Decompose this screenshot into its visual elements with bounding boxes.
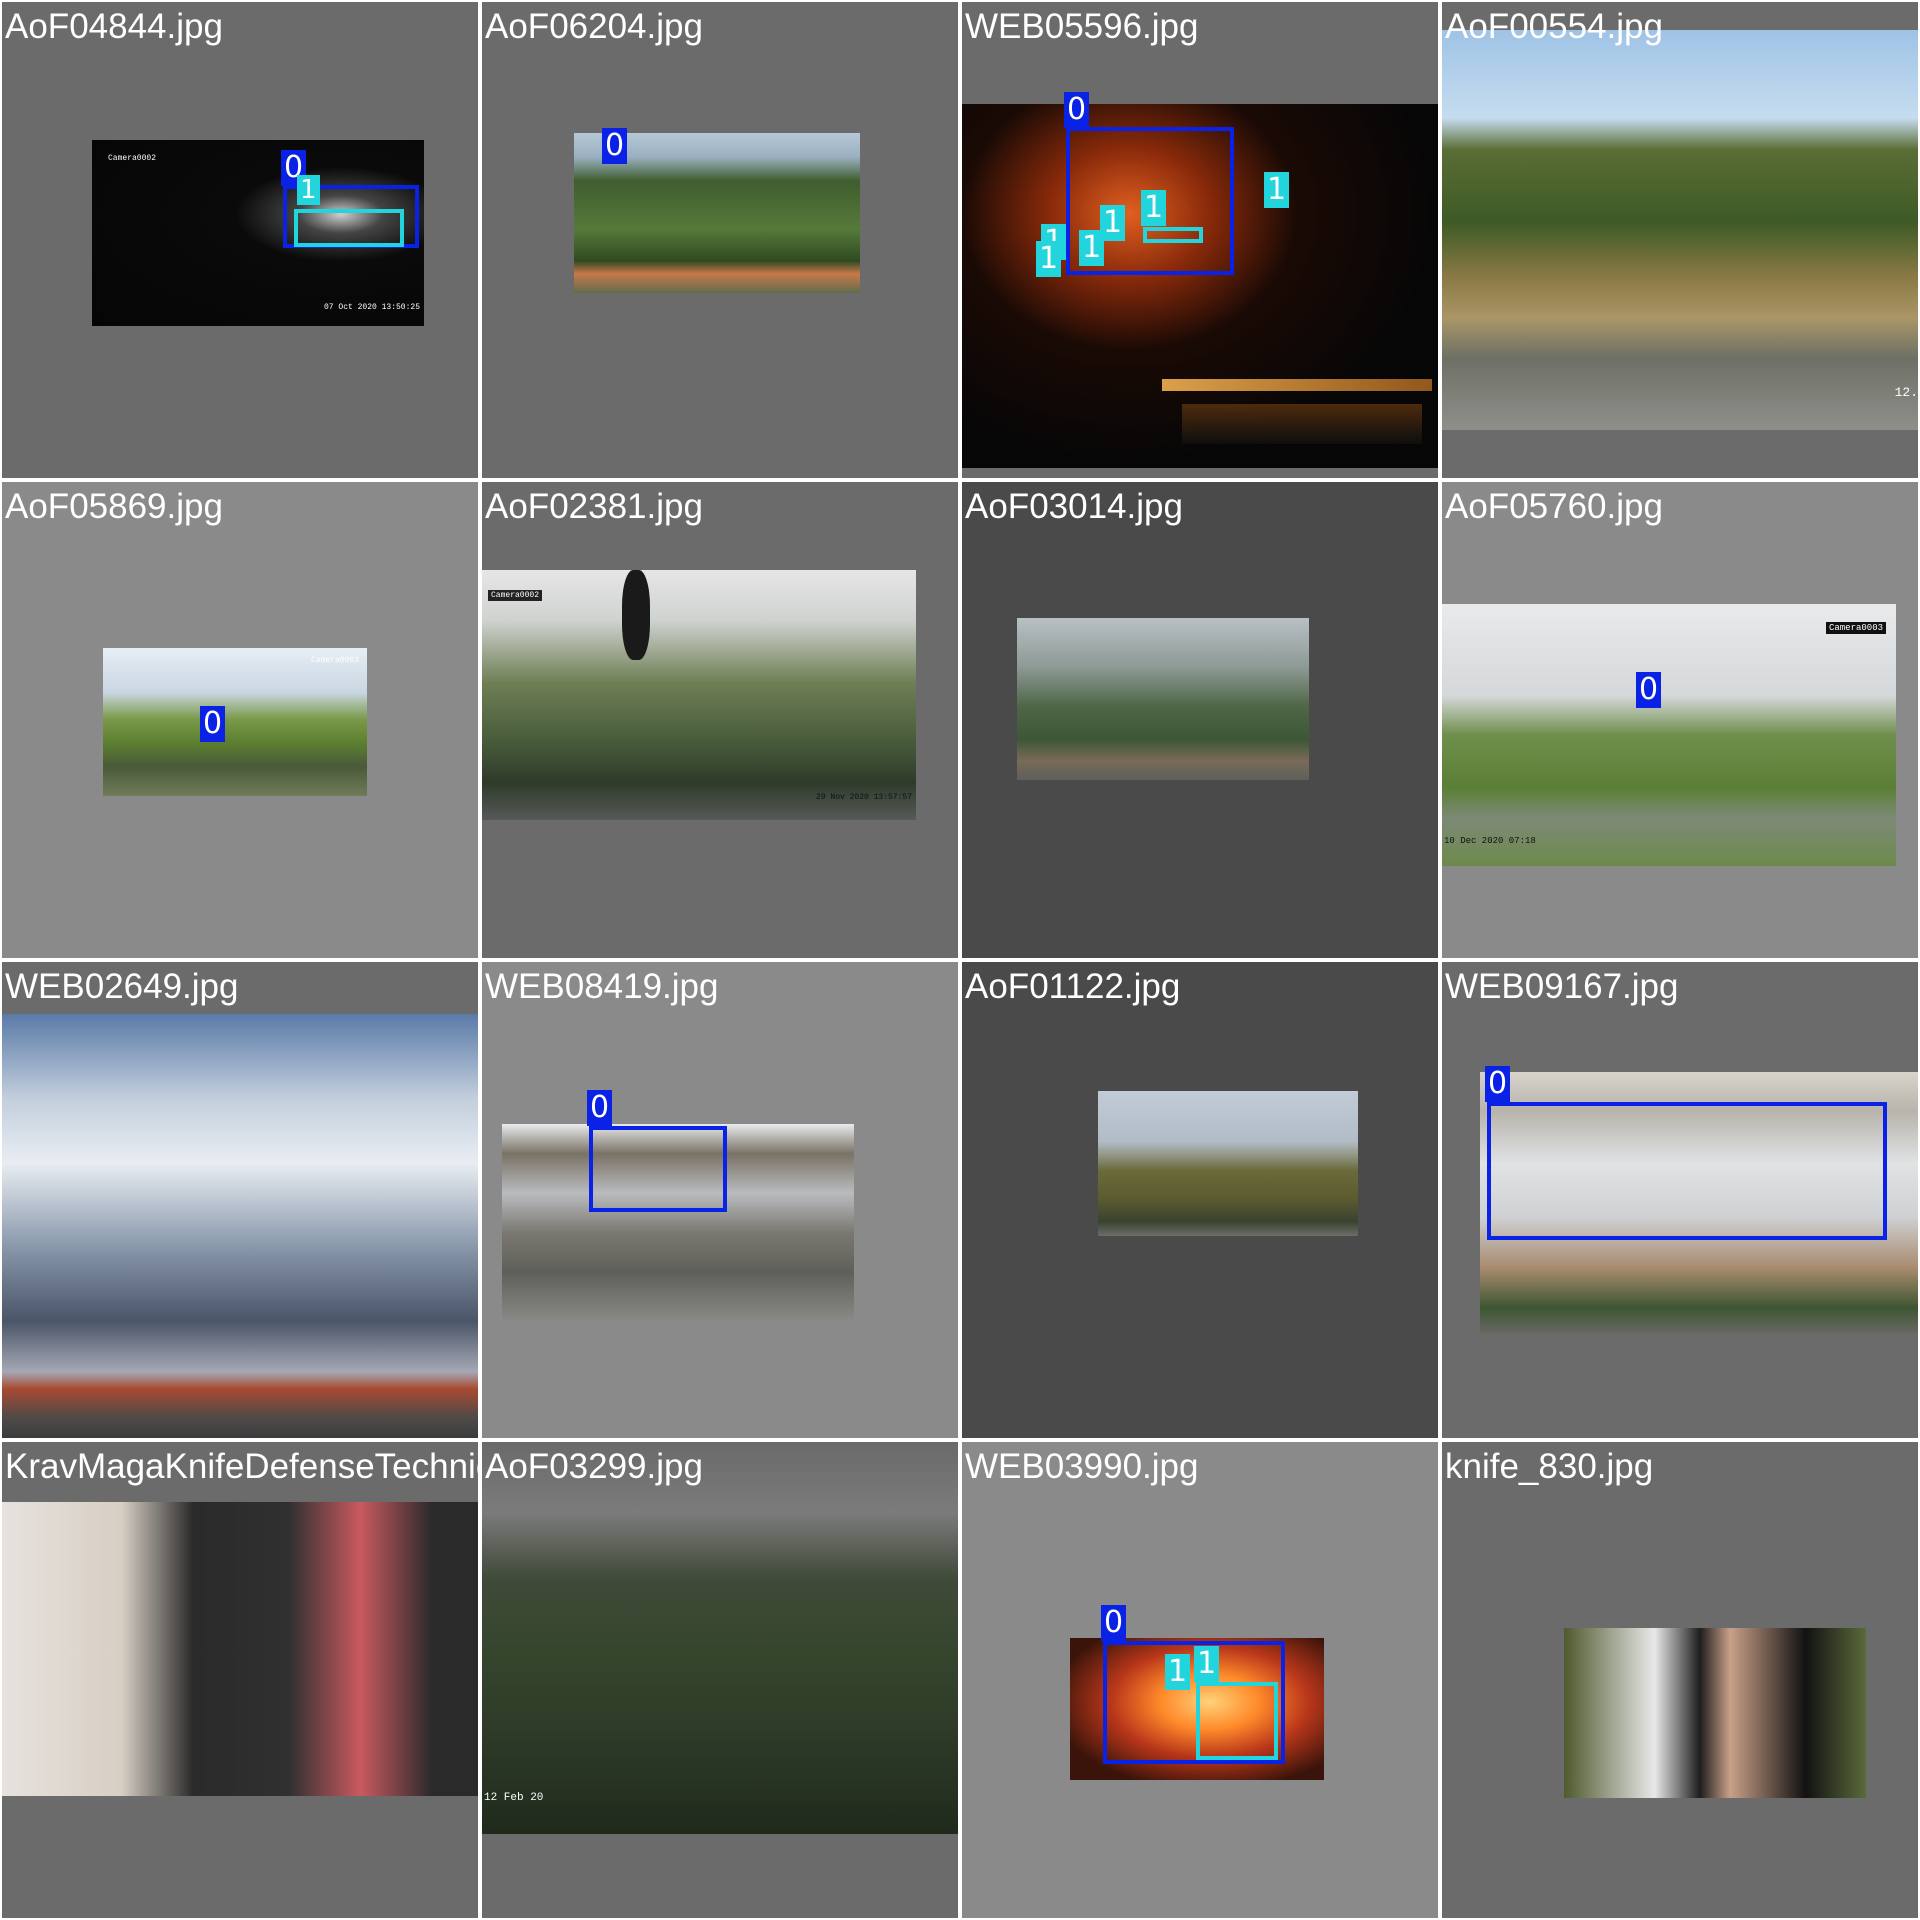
- tile-web03990[interactable]: WEB03990.jpg 0 1 1: [960, 1440, 1440, 1920]
- detection-tag-1e: 1: [1036, 241, 1062, 277]
- camera-id: Camera0003: [1825, 622, 1886, 634]
- camera-id: Camera0002: [488, 590, 543, 601]
- tile-aof05760[interactable]: AoF05760.jpg Camera0003 10 Dec 2020 07:1…: [1440, 480, 1920, 960]
- tile-knife830[interactable]: knife_830.jpg: [1440, 1440, 1920, 1920]
- detection-tag-0: 0: [1064, 92, 1090, 128]
- filename-label: WEB03990.jpg: [965, 1447, 1199, 1486]
- thumbnail-image: [2, 1014, 478, 1438]
- detection-box-0: [1487, 1102, 1887, 1240]
- filename-label: WEB08419.jpg: [485, 967, 719, 1006]
- filename-label: AoF05869.jpg: [5, 487, 223, 526]
- detection-box-0: [589, 1126, 727, 1212]
- image-grid: AoF04844.jpg Camera0002 07 Oct 2020 13:5…: [0, 0, 1920, 1920]
- thumbnail-image: 12 Feb 20: [482, 1442, 958, 1834]
- tile-web02649[interactable]: WEB02649.jpg: [0, 960, 480, 1440]
- camera-id: Camera0002: [108, 154, 157, 163]
- filename-label: AoF03299.jpg: [485, 1447, 703, 1486]
- detection-tag-1a: 1: [1141, 190, 1167, 226]
- tile-aof03299[interactable]: 12 Feb 20 AoF03299.jpg: [480, 1440, 960, 1920]
- detection-tag-0b: 0: [602, 128, 628, 164]
- detection-box-1: [1196, 1682, 1278, 1760]
- tile-aof05869[interactable]: AoF05869.jpg Camera0003 0: [0, 480, 480, 960]
- tile-aof02381[interactable]: AoF02381.jpg Camera0002 29 Nov 2020 13:5…: [480, 480, 960, 960]
- thumbnail-image: Camera0002 29 Nov 2020 13:57:57: [482, 570, 916, 820]
- thumbnail-image: [1017, 618, 1309, 780]
- detection-tag-0: 0: [1636, 672, 1662, 708]
- tile-web09167[interactable]: WEB09167.jpg 0: [1440, 960, 1920, 1440]
- detection-tag-0: 0: [200, 706, 226, 742]
- filename-label: KravMagaKnifeDefenseTechniques294.jpg: [5, 1447, 480, 1486]
- timestamp: 12.: [1894, 385, 1918, 400]
- filename-label: AoF03014.jpg: [965, 487, 1183, 526]
- detection-tag-0: 0: [1101, 1605, 1127, 1641]
- filename-label: knife_830.jpg: [1445, 1447, 1654, 1486]
- detection-tag-0: 0: [1485, 1066, 1511, 1102]
- timestamp: 07 Oct 2020 13:50:25: [323, 303, 420, 312]
- detection-tag-0: 0: [587, 1090, 613, 1126]
- filename-label: AoF02381.jpg: [485, 487, 703, 526]
- detection-tag-1: 1: [297, 175, 320, 205]
- filename-label: AoF04844.jpg: [5, 7, 223, 46]
- detection-tag-1c: 1: [1079, 230, 1105, 266]
- tile-aof00554[interactable]: 12. AoF00554.jpg: [1440, 0, 1920, 480]
- detection-tag-1b: 1: [1165, 1654, 1191, 1690]
- thumbnail-image: [1098, 1091, 1358, 1236]
- timestamp: 12 Feb 20: [484, 1792, 544, 1804]
- thumbnail-image: Camera0003 10 Dec 2020 07:18: [1442, 604, 1896, 866]
- filename-label: WEB02649.jpg: [5, 967, 239, 1006]
- detection-box-1: [294, 209, 404, 247]
- detection-tag-1a: 1: [1194, 1646, 1220, 1682]
- filename-label: AoF00554.jpg: [1445, 7, 1663, 46]
- detection-box-1: [1143, 227, 1203, 243]
- tile-kravmaga[interactable]: KravMagaKnifeDefenseTechniques294.jpg: [0, 1440, 480, 1920]
- thumbnail-image: [1564, 1628, 1866, 1798]
- timestamp: 29 Nov 2020 13:57:57: [815, 793, 912, 802]
- filename-label: WEB05596.jpg: [965, 7, 1199, 46]
- thumbnail-image: Camera0003: [103, 648, 367, 796]
- tile-aof03014[interactable]: AoF03014.jpg: [960, 480, 1440, 960]
- filename-label: WEB09167.jpg: [1445, 967, 1679, 1006]
- thumbnail-image: [2, 1502, 478, 1796]
- thumbnail-image: 12.: [1442, 30, 1918, 430]
- timestamp: 10 Dec 2020 07:18: [1444, 836, 1536, 846]
- tile-web05596[interactable]: WEB05596.jpg 0 1 1 1 1 1 1: [960, 0, 1440, 480]
- tile-web08419[interactable]: WEB08419.jpg 0: [480, 960, 960, 1440]
- tile-aof04844[interactable]: AoF04844.jpg Camera0002 07 Oct 2020 13:5…: [0, 0, 480, 480]
- camera-id: Camera0003: [310, 656, 359, 665]
- tile-aof06204[interactable]: AoF06204.jpg 0 0: [480, 0, 960, 480]
- filename-label: AoF06204.jpg: [485, 7, 703, 46]
- filename-label: AoF05760.jpg: [1445, 487, 1663, 526]
- detection-tag-1f: 1: [1264, 172, 1290, 208]
- filename-label: AoF01122.jpg: [965, 967, 1181, 1006]
- tile-aof01122[interactable]: AoF01122.jpg: [960, 960, 1440, 1440]
